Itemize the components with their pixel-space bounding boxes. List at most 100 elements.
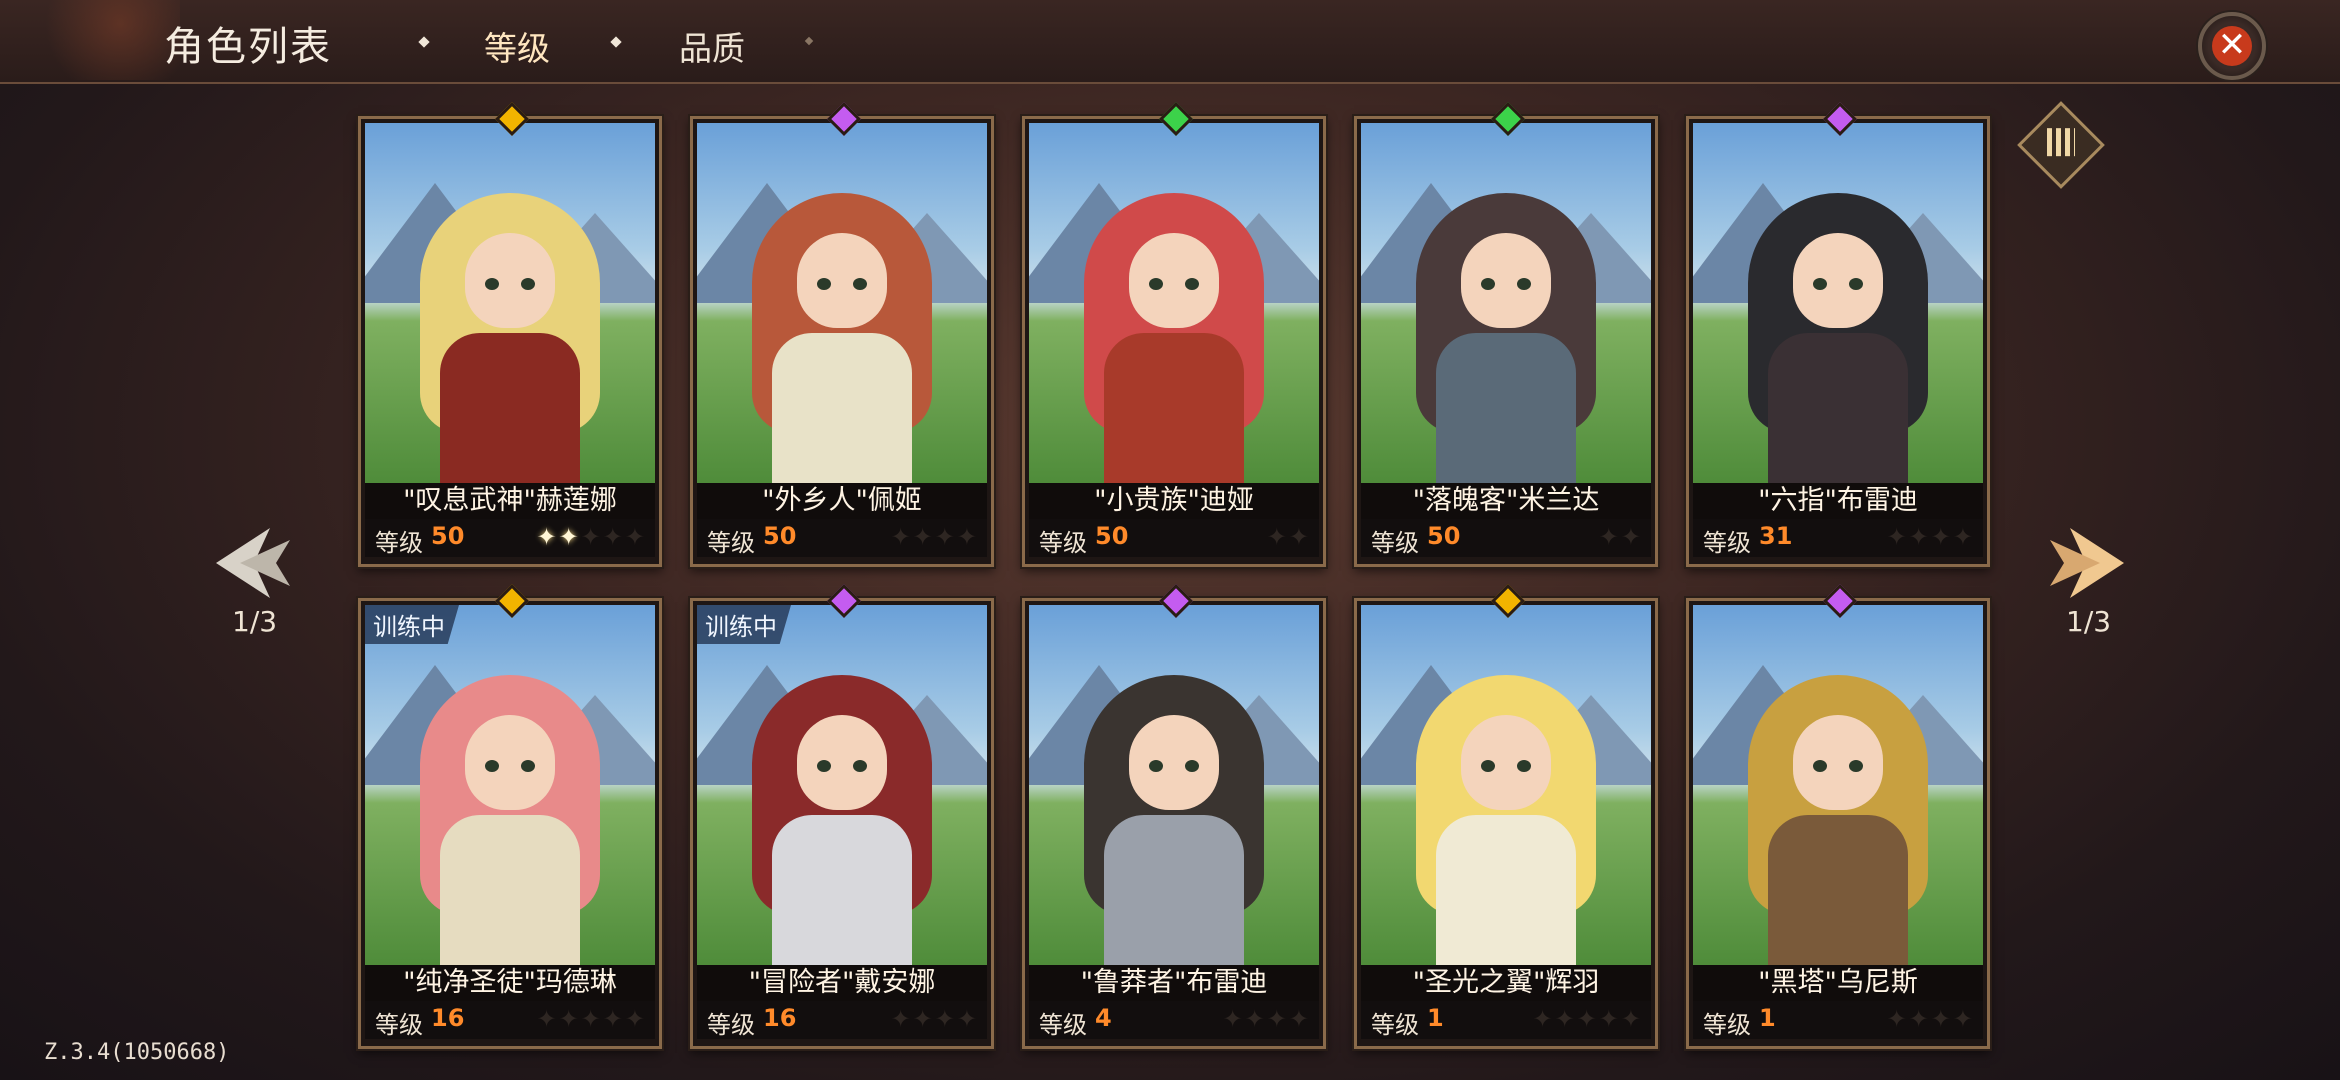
arrow-right-icon bbox=[2050, 528, 2124, 598]
star-icon: ✦ bbox=[624, 1005, 647, 1033]
close-button[interactable]: ✕ bbox=[2198, 12, 2266, 80]
hero-portrait bbox=[1361, 605, 1651, 965]
star-icon: ✦ bbox=[890, 523, 913, 551]
star-icon: ✦ bbox=[580, 523, 603, 551]
top-bar: 角色列表 等级 品质 ✕ bbox=[0, 0, 2340, 84]
star-icon: ✦ bbox=[558, 1005, 581, 1033]
star-rating: ✦✦✦✦ bbox=[1887, 1005, 1975, 1033]
star-rating: ✦✦✦✦✦ bbox=[536, 1005, 647, 1033]
level-value: 16 bbox=[763, 1004, 797, 1032]
hero-portrait bbox=[365, 605, 655, 965]
level-value: 50 bbox=[763, 522, 797, 550]
hero-portrait bbox=[1693, 123, 1983, 483]
star-icon: ✦ bbox=[558, 523, 581, 551]
hero-portrait bbox=[697, 605, 987, 965]
star-icon: ✦ bbox=[1886, 523, 1909, 551]
next-page-button[interactable] bbox=[2044, 520, 2130, 606]
star-icon: ✦ bbox=[1908, 523, 1931, 551]
level-value: 31 bbox=[1759, 522, 1793, 550]
hero-card[interactable]: "六指"布雷迪 等级 31 ✦✦✦✦ bbox=[1686, 102, 1990, 567]
tab-divider-dot bbox=[418, 36, 430, 48]
level-value: 1 bbox=[1759, 1004, 1776, 1032]
tab-level[interactable]: 等级 bbox=[458, 8, 598, 78]
star-icon: ✦ bbox=[934, 523, 957, 551]
hero-info-bar: 等级 50 ✦✦ bbox=[1029, 519, 1319, 557]
level-label: 等级 bbox=[1703, 1011, 1751, 1039]
hero-card[interactable]: "黑塔"乌尼斯 等级 1 ✦✦✦✦ bbox=[1686, 584, 1990, 1049]
list-view-button[interactable] bbox=[2017, 101, 2105, 189]
level-value: 16 bbox=[431, 1004, 465, 1032]
hero-card[interactable]: "鲁莽者"布雷迪 等级 4 ✦✦✦✦ bbox=[1022, 584, 1326, 1049]
star-icon: ✦ bbox=[1222, 1005, 1245, 1033]
prev-page-button[interactable] bbox=[210, 520, 296, 606]
star-icon: ✦ bbox=[580, 1005, 603, 1033]
star-icon: ✦ bbox=[1598, 523, 1621, 551]
star-icon: ✦ bbox=[934, 1005, 957, 1033]
star-icon: ✦ bbox=[1952, 523, 1975, 551]
hero-card[interactable]: 训练中 "冒险者"戴安娜 等级 16 ✦✦✦✦ bbox=[690, 584, 994, 1049]
star-icon: ✦ bbox=[1930, 523, 1953, 551]
level-label: 等级 bbox=[375, 529, 423, 557]
star-icon: ✦ bbox=[1930, 1005, 1953, 1033]
hero-info-bar: 等级 1 ✦✦✦✦✦ bbox=[1361, 1001, 1651, 1039]
arrow-left-icon bbox=[216, 528, 290, 598]
hero-name: "纯净圣徒"玛德琳 bbox=[365, 965, 655, 1001]
hero-name: "外乡人"佩姬 bbox=[697, 483, 987, 519]
training-badge: 训练中 bbox=[697, 605, 791, 644]
star-icon: ✦ bbox=[1952, 1005, 1975, 1033]
star-icon: ✦ bbox=[602, 1005, 625, 1033]
hero-portrait bbox=[697, 123, 987, 483]
level-value: 50 bbox=[1095, 522, 1129, 550]
hero-portrait bbox=[1029, 123, 1319, 483]
level-value: 50 bbox=[431, 522, 465, 550]
list-icon bbox=[2047, 128, 2075, 157]
tab-divider-dot bbox=[804, 36, 814, 46]
hero-name: "鲁莽者"布雷迪 bbox=[1029, 965, 1319, 1001]
star-icon: ✦ bbox=[624, 523, 647, 551]
star-icon: ✦ bbox=[956, 1005, 979, 1033]
star-icon: ✦ bbox=[1886, 1005, 1909, 1033]
version-label: Z.3.4(1050668) bbox=[44, 1040, 230, 1065]
hero-name: "落魄客"米兰达 bbox=[1361, 483, 1651, 519]
star-icon: ✦ bbox=[1598, 1005, 1621, 1033]
star-icon: ✦ bbox=[912, 1005, 935, 1033]
hero-card[interactable]: 训练中 "纯净圣徒"玛德琳 等级 16 ✦✦✦✦✦ bbox=[358, 584, 662, 1049]
hero-info-bar: 等级 16 ✦✦✦✦✦ bbox=[365, 1001, 655, 1039]
star-icon: ✦ bbox=[912, 523, 935, 551]
level-value: 1 bbox=[1427, 1004, 1444, 1032]
hero-name: "六指"布雷迪 bbox=[1693, 483, 1983, 519]
tab-quality[interactable]: 品质 bbox=[679, 22, 745, 70]
training-badge: 训练中 bbox=[365, 605, 459, 644]
hero-info-bar: 等级 50 ✦✦ bbox=[1361, 519, 1651, 557]
hero-portrait bbox=[1029, 605, 1319, 965]
page-indicator-right: 1/3 bbox=[2066, 605, 2112, 638]
hero-card[interactable]: "圣光之翼"辉羽 等级 1 ✦✦✦✦✦ bbox=[1354, 584, 1658, 1049]
hero-card[interactable]: "小贵族"迪娅 等级 50 ✦✦ bbox=[1022, 102, 1326, 567]
emblem-icon bbox=[30, 0, 180, 80]
hero-info-bar: 等级 50 ✦✦✦✦✦ bbox=[365, 519, 655, 557]
hero-portrait bbox=[1361, 123, 1651, 483]
star-icon: ✦ bbox=[890, 1005, 913, 1033]
page-title: 角色列表 bbox=[164, 24, 332, 70]
hero-card[interactable]: "叹息武神"赫莲娜 等级 50 ✦✦✦✦✦ bbox=[358, 102, 662, 567]
hero-portrait bbox=[365, 123, 655, 483]
level-label: 等级 bbox=[1039, 529, 1087, 557]
hero-info-bar: 等级 1 ✦✦✦✦ bbox=[1693, 1001, 1983, 1039]
level-label: 等级 bbox=[1371, 1011, 1419, 1039]
star-rating: ✦✦ bbox=[1267, 523, 1311, 551]
star-icon: ✦ bbox=[1620, 1005, 1643, 1033]
star-icon: ✦ bbox=[1288, 1005, 1311, 1033]
star-icon: ✦ bbox=[1620, 523, 1643, 551]
star-icon: ✦ bbox=[1244, 1005, 1267, 1033]
hero-card[interactable]: "外乡人"佩姬 等级 50 ✦✦✦✦ bbox=[690, 102, 994, 567]
level-label: 等级 bbox=[375, 1011, 423, 1039]
star-rating: ✦✦✦✦ bbox=[1223, 1005, 1311, 1033]
level-value: 4 bbox=[1095, 1004, 1112, 1032]
star-icon: ✦ bbox=[1576, 1005, 1599, 1033]
hero-info-bar: 等级 16 ✦✦✦✦ bbox=[697, 1001, 987, 1039]
star-rating: ✦✦✦✦ bbox=[891, 1005, 979, 1033]
hero-name: "叹息武神"赫莲娜 bbox=[365, 483, 655, 519]
hero-card[interactable]: "落魄客"米兰达 等级 50 ✦✦ bbox=[1354, 102, 1658, 567]
star-rating: ✦✦ bbox=[1599, 523, 1643, 551]
hero-name: "冒险者"戴安娜 bbox=[697, 965, 987, 1001]
